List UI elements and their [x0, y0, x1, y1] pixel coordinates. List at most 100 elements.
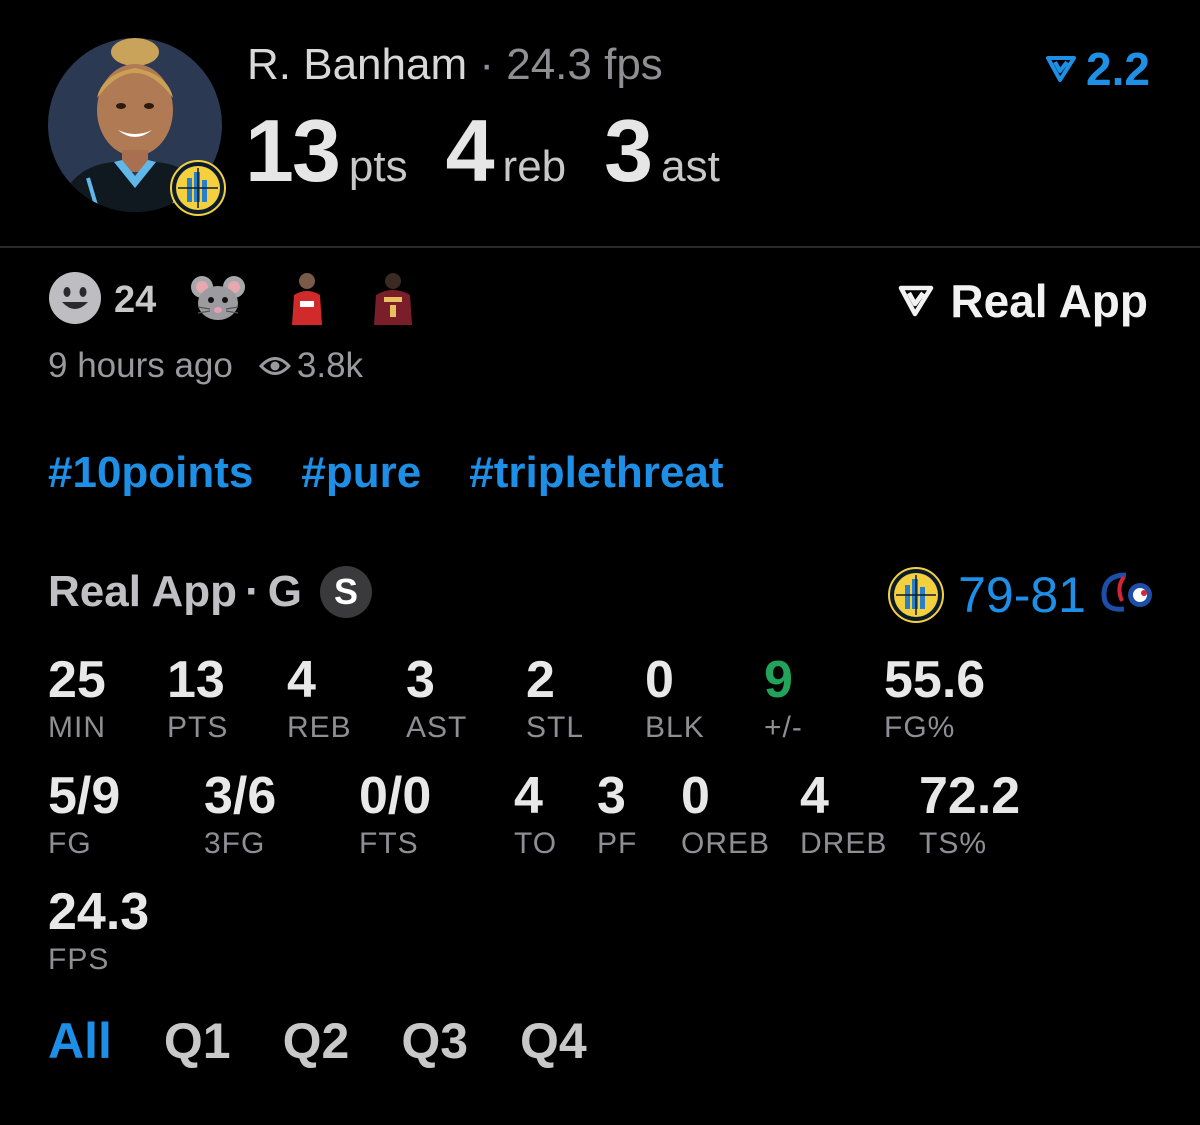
washington-mystics-logo	[1096, 567, 1152, 623]
stat-value: 4	[800, 767, 829, 825]
player-header: R. Banham · 24.3 fps 13 pts 4 reb 3 ast …	[0, 0, 1200, 248]
stat-value: 25	[48, 651, 106, 709]
stat-value: 72.2	[919, 767, 1021, 825]
headline-statline: 13 pts 4 reb 3 ast	[245, 100, 758, 200]
hashtags: #10points #pure #triplethreat	[48, 448, 772, 498]
stat-label: AST	[406, 711, 468, 744]
stat-value: 9	[764, 651, 793, 709]
mouse-emoji-icon	[190, 273, 246, 328]
real-logo-icon	[899, 285, 934, 317]
stat-value: 0	[645, 651, 674, 709]
post-time: 9 hours ago	[48, 346, 233, 385]
stat-steals: 2 STL	[526, 652, 584, 748]
stat-value: 0/0	[359, 767, 432, 825]
chicago-sky-logo	[170, 160, 226, 216]
stat-fg-percent: 55.6 FG%	[884, 652, 985, 748]
stat-label: MIN	[48, 711, 106, 744]
stat-turnovers: 4 TO	[514, 768, 557, 864]
stat-free-throws: 0/0 FTS	[359, 768, 431, 864]
stat-value: 3	[597, 767, 626, 825]
user-avatar-maroon-jersey[interactable]	[368, 271, 418, 330]
tab-q1[interactable]: Q1	[164, 1012, 231, 1070]
game-score[interactable]: 79-81	[888, 566, 1152, 624]
chicago-sky-logo	[888, 567, 945, 623]
stat-label: STL	[526, 711, 585, 744]
game-source-line: Real App · G S	[48, 566, 372, 618]
rating-badge[interactable]: 2.2	[1046, 42, 1150, 96]
tab-q2[interactable]: Q2	[283, 1012, 350, 1070]
post-meta: 9 hours ago 3.8k	[48, 346, 363, 386]
view-count: 3.8k	[258, 346, 364, 386]
stat-minutes: 25 MIN	[48, 652, 106, 748]
rebounds-unit: reb	[502, 142, 567, 191]
stat-label: PTS	[167, 711, 229, 744]
stat-value: 24.3	[48, 883, 150, 941]
stat-personal-fouls: 3 PF	[597, 768, 637, 864]
stat-label: BLK	[645, 711, 705, 744]
stat-label: FG	[48, 827, 92, 860]
stat-blocks: 0 BLK	[645, 652, 705, 748]
stat-label: FPS	[48, 943, 110, 976]
brand-name: Real App	[950, 275, 1148, 327]
user-avatar-red-jersey[interactable]	[284, 271, 330, 330]
stat-label: TS%	[919, 827, 988, 860]
stat-value: 5/9	[48, 767, 121, 825]
player-name[interactable]: R. Banham	[247, 40, 467, 89]
stat-true-shooting: 72.2 TS%	[919, 768, 1020, 864]
tab-q3[interactable]: Q3	[401, 1012, 468, 1070]
stat-value: 4	[287, 651, 316, 709]
stat-value: 3/6	[204, 767, 277, 825]
stat-value: 13	[167, 651, 225, 709]
stat-three-pointers: 3/6 3FG	[204, 768, 276, 864]
tab-q4[interactable]: Q4	[520, 1012, 587, 1070]
points-unit: pts	[348, 142, 408, 191]
eye-icon	[258, 357, 291, 375]
player-name-line: R. Banham · 24.3 fps	[247, 40, 663, 90]
hashtag[interactable]: #triplethreat	[469, 448, 723, 498]
period-tabs: All Q1 Q2 Q3 Q4	[48, 1012, 639, 1070]
view-count-value: 3.8k	[296, 346, 364, 385]
stat-value: 2	[526, 651, 555, 709]
real-logo-icon	[1046, 56, 1077, 82]
stat-field-goals: 5/9 FG	[48, 768, 120, 864]
stat-assists: 3 AST	[406, 652, 467, 748]
rebounds-value: 4	[445, 101, 495, 200]
stat-label: 3FG	[204, 827, 266, 860]
hashtag[interactable]: #pure	[301, 448, 421, 498]
assists-unit: ast	[661, 142, 720, 191]
stat-value: 4	[514, 767, 543, 825]
stat-label: OREB	[681, 827, 771, 860]
stat-rebounds: 4 REB	[287, 652, 352, 748]
points-value: 13	[245, 101, 341, 200]
tab-all[interactable]: All	[48, 1012, 112, 1070]
stat-offensive-rebounds: 0 OREB	[681, 768, 770, 864]
reaction-count: 24	[114, 278, 157, 321]
starter-badge: S	[319, 566, 372, 618]
stat-value: 3	[406, 651, 435, 709]
stat-defensive-rebounds: 4 DREB	[800, 768, 887, 864]
stat-label: PF	[597, 827, 638, 860]
score-value: 79-81	[958, 567, 1086, 623]
stat-label: +/-	[764, 711, 803, 744]
stat-value: 55.6	[884, 651, 986, 709]
hashtag[interactable]: #10points	[48, 448, 253, 498]
rating-value: 2.2	[1086, 43, 1150, 95]
stat-label: DREB	[800, 827, 888, 860]
reactions-row: 24	[48, 270, 456, 330]
fantasy-points-per-game: 24.3 fps	[506, 40, 663, 89]
game-source: Real App	[48, 567, 238, 616]
source-brand[interactable]: Real App	[898, 274, 1148, 328]
smiley-face-icon[interactable]	[48, 271, 102, 330]
player-position: G	[267, 567, 302, 616]
separator-dot: ·	[245, 567, 260, 616]
stat-label: REB	[287, 711, 352, 744]
stat-points: 13 PTS	[167, 652, 228, 748]
assists-value: 3	[604, 101, 653, 200]
stat-value: 0	[681, 767, 710, 825]
separator-dot: ·	[479, 40, 494, 89]
stat-label: FG%	[884, 711, 956, 744]
stat-label: FTS	[359, 827, 419, 860]
stat-label: TO	[514, 827, 558, 860]
stat-plus-minus: 9 +/-	[764, 652, 803, 748]
stat-fantasy-points: 24.3 FPS	[48, 884, 149, 980]
